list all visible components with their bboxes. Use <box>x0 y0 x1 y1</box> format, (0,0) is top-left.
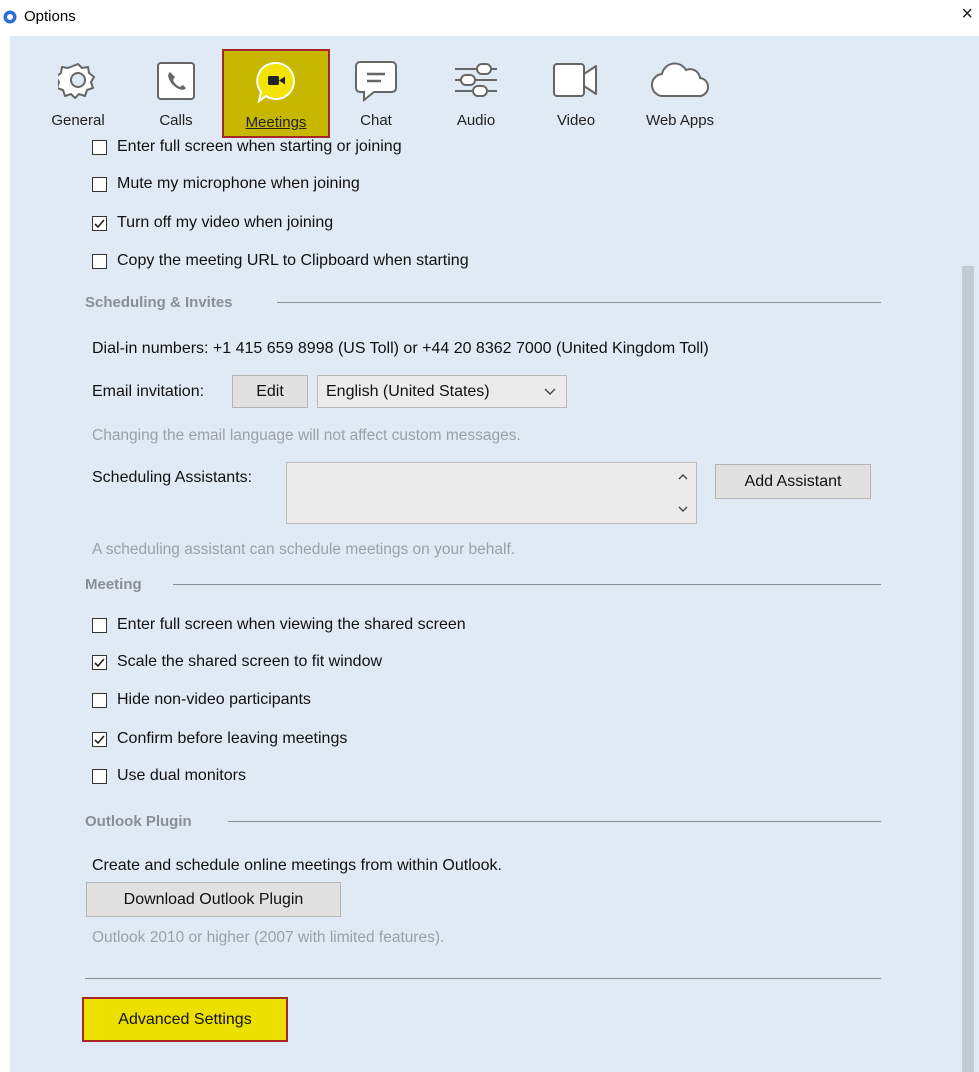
close-icon[interactable]: × <box>961 4 973 24</box>
cloud-icon <box>650 62 709 98</box>
tab-general-label: General <box>51 112 105 129</box>
tab-web-apps-label: Web Apps <box>645 112 715 129</box>
checkmark-icon <box>94 735 105 745</box>
checkbox-label: Copy the meeting URL to Clipboard when s… <box>117 252 469 269</box>
section-divider <box>228 821 881 822</box>
checkbox-dual-monitors[interactable] <box>92 769 107 784</box>
tab-chat-label: Chat <box>360 112 392 129</box>
checkbox-label: Confirm before leaving meetings <box>117 730 348 747</box>
assistant-hint: A scheduling assistant can schedule meet… <box>92 541 516 558</box>
checkbox-label: Scale the shared screen to fit window <box>117 653 383 670</box>
checkbox-label: Turn off my video when joining <box>117 214 334 231</box>
language-select[interactable]: English (United States) <box>317 375 567 408</box>
checkbox-turn-off-video[interactable] <box>92 216 107 231</box>
download-outlook-plugin-button[interactable]: Download Outlook Plugin <box>86 882 341 917</box>
section-divider <box>277 302 881 303</box>
checkbox-label: Hide non-video participants <box>117 691 311 708</box>
tab-video[interactable]: Video <box>536 48 616 138</box>
tab-meetings[interactable]: Meetings <box>222 49 330 138</box>
scrollbar-thumb[interactable] <box>962 266 974 1072</box>
title-bar: Options × <box>0 0 979 36</box>
language-select-value: English (United States) <box>326 383 490 400</box>
checkbox-copy-url[interactable] <box>92 254 107 269</box>
tab-meetings-label: Meetings <box>245 114 307 131</box>
chat-icon <box>355 61 397 102</box>
bottom-divider <box>85 978 881 979</box>
email-invitation-label: Email invitation: <box>92 383 205 400</box>
tab-web-apps[interactable]: Web Apps <box>632 48 728 138</box>
checkbox-label: Use dual monitors <box>117 767 246 784</box>
tab-chat[interactable]: Chat <box>336 48 416 138</box>
tab-video-label: Video <box>556 112 596 129</box>
chevron-down-icon <box>544 388 556 395</box>
checkmark-icon <box>94 658 105 668</box>
scroll-down-icon[interactable] <box>678 505 688 513</box>
tab-audio-label: Audio <box>456 112 496 129</box>
checkbox-label: Enter full screen when starting or joini… <box>117 138 402 155</box>
tab-general[interactable]: General <box>38 48 118 138</box>
scroll-up-icon[interactable] <box>678 473 688 481</box>
section-divider <box>173 584 881 585</box>
checkbox-full-screen-shared[interactable] <box>92 618 107 633</box>
checkbox-mute-mic[interactable] <box>92 177 107 192</box>
checkbox-label: Mute my microphone when joining <box>117 175 360 192</box>
advanced-settings-button[interactable]: Advanced Settings <box>82 997 288 1042</box>
tab-calls[interactable]: Calls <box>136 48 216 138</box>
edit-button[interactable]: Edit <box>232 375 308 408</box>
scheduling-assistants-label: Scheduling Assistants: <box>92 469 253 486</box>
gear-icon <box>58 63 95 99</box>
meeting-bubble-icon <box>256 61 295 103</box>
tab-calls-label: Calls <box>159 112 193 129</box>
add-assistant-button[interactable]: Add Assistant <box>715 464 871 499</box>
video-camera-icon <box>553 63 597 97</box>
scheduling-assistants-list[interactable] <box>286 462 697 524</box>
checkbox-full-screen-joining[interactable] <box>92 140 107 155</box>
phone-icon <box>157 62 195 100</box>
sliders-icon <box>455 63 497 97</box>
app-icon <box>3 10 17 24</box>
dial-in-numbers: Dial-in numbers: +1 415 659 8998 (US Tol… <box>92 340 709 357</box>
checkbox-confirm-leaving[interactable] <box>92 732 107 747</box>
checkbox-label: Enter full screen when viewing the share… <box>117 616 466 633</box>
checkbox-scale-shared-screen[interactable] <box>92 655 107 670</box>
checkmark-icon <box>94 219 105 229</box>
section-title-outlook: Outlook Plugin <box>85 813 192 830</box>
section-title-scheduling: Scheduling & Invites <box>85 294 233 311</box>
language-hint: Changing the email language will not aff… <box>92 427 521 444</box>
checkbox-hide-non-video[interactable] <box>92 693 107 708</box>
outlook-requirements: Outlook 2010 or higher (2007 with limite… <box>92 929 445 946</box>
section-title-meeting: Meeting <box>85 576 142 593</box>
tab-audio[interactable]: Audio <box>436 48 516 138</box>
outlook-description: Create and schedule online meetings from… <box>92 857 502 874</box>
window-title: Options <box>24 8 76 25</box>
